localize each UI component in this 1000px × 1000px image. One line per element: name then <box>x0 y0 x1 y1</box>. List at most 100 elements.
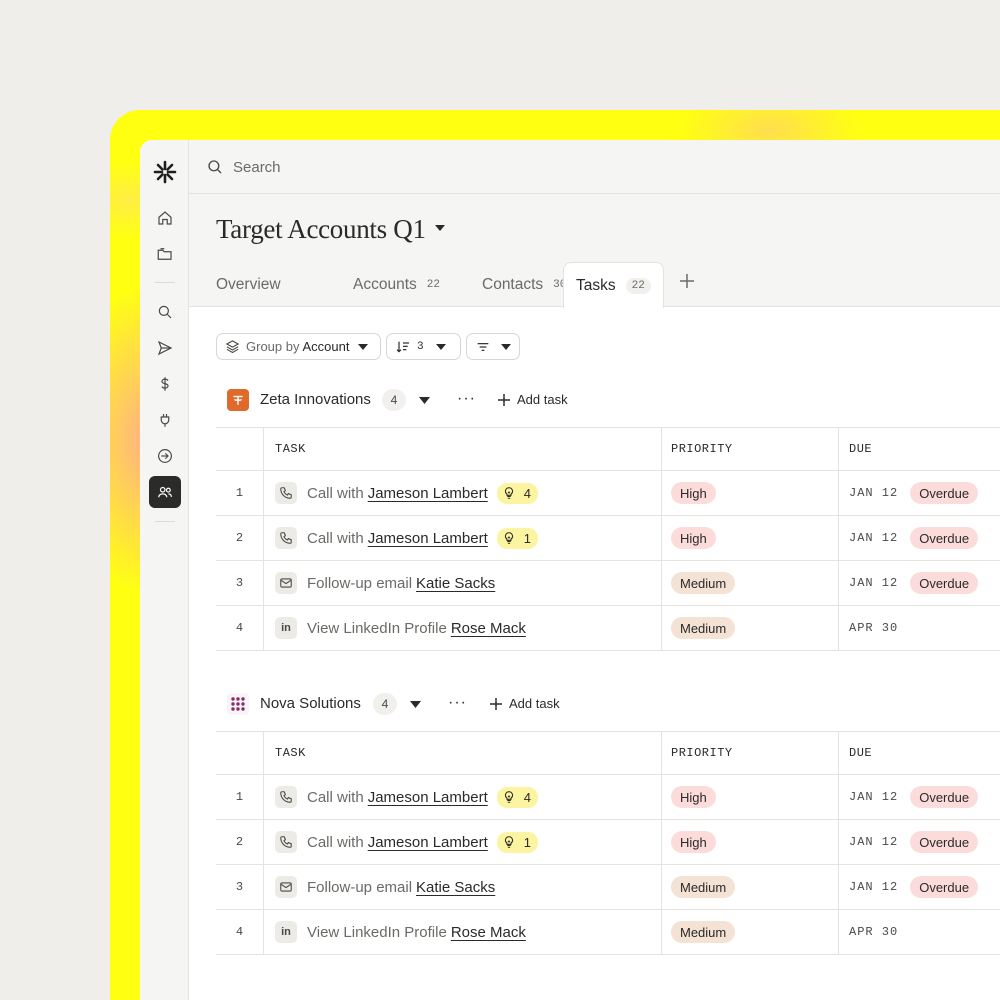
users-icon[interactable] <box>149 476 181 508</box>
insight-badge[interactable]: 4 <box>496 482 538 504</box>
task-cell[interactable]: Call with Jameson Lambert 1 <box>264 820 662 864</box>
nova-logo-icon <box>231 697 245 711</box>
row-number: 1 <box>216 471 264 515</box>
phone-icon <box>275 527 297 549</box>
chevron-down-icon[interactable] <box>410 701 421 708</box>
more-options-icon[interactable]: ··· <box>457 390 476 408</box>
mail-icon <box>275 876 297 898</box>
due-column-header[interactable]: DUE <box>839 428 1000 470</box>
tab-overview[interactable]: Overview <box>204 262 293 307</box>
priority-badge: Medium <box>671 876 736 898</box>
more-options-icon[interactable]: ··· <box>448 694 467 712</box>
task-column-header[interactable]: TASK <box>264 732 662 774</box>
priority-cell[interactable]: Medium <box>662 606 839 650</box>
priority-cell[interactable]: High <box>662 516 839 560</box>
priority-cell[interactable]: Medium <box>662 910 839 954</box>
tab-tasks[interactable]: Tasks 22 <box>563 262 664 308</box>
priority-cell[interactable]: Medium <box>662 865 839 909</box>
insight-count: 4 <box>523 789 531 805</box>
due-cell[interactable]: APR 30 <box>839 910 1000 954</box>
priority-cell[interactable]: High <box>662 775 839 819</box>
insight-badge[interactable]: 1 <box>496 831 538 853</box>
due-date: APR 30 <box>849 621 899 635</box>
priority-column-header[interactable]: PRIORITY <box>662 732 839 774</box>
contact-link[interactable]: Katie Sacks <box>416 575 495 592</box>
group-by-dropdown[interactable]: Group by Account <box>216 333 381 360</box>
insight-count: 1 <box>523 834 531 850</box>
contact-link[interactable]: Rose Mack <box>451 924 526 941</box>
task-action: View LinkedIn Profile <box>307 923 447 941</box>
table-row[interactable]: 1 Call with Jameson Lambert 4 High JAN 12 Over… <box>216 775 1000 820</box>
chevron-down-icon[interactable] <box>435 225 445 231</box>
due-date: JAN 12 <box>849 835 899 849</box>
table-row[interactable]: 3 Follow-up email Katie Sacks Medium JAN 12 O… <box>216 865 1000 910</box>
sidebar-divider <box>155 521 175 522</box>
task-action: Call with <box>307 529 364 547</box>
folder-icon[interactable] <box>149 238 181 270</box>
due-cell[interactable]: JAN 12 Overdue <box>839 561 1000 605</box>
priority-badge: Medium <box>671 921 736 943</box>
contact-link[interactable]: Jameson Lambert <box>368 789 488 806</box>
due-cell[interactable]: APR 30 <box>839 606 1000 650</box>
insight-count: 4 <box>523 485 531 501</box>
table-row[interactable]: 1 Call with Jameson Lambert 4 High JAN 12 Over… <box>216 471 1000 516</box>
table-row[interactable]: 4 in View LinkedIn Profile Rose Mack Medium A… <box>216 606 1000 651</box>
priority-column-header[interactable]: PRIORITY <box>662 428 839 470</box>
phone-icon <box>275 786 297 808</box>
table-row[interactable]: 2 Call with Jameson Lambert 1 High JAN 12 Over… <box>216 516 1000 561</box>
column-header-label: TASK <box>275 442 306 456</box>
top-bar <box>189 140 1000 194</box>
priority-cell[interactable]: High <box>662 820 839 864</box>
plug-icon[interactable] <box>149 404 181 436</box>
linkedin-icon: in <box>275 617 297 639</box>
insight-badge[interactable]: 4 <box>496 786 538 808</box>
due-cell[interactable]: JAN 12 Overdue <box>839 820 1000 864</box>
lightbulb-icon <box>502 486 516 500</box>
task-cell[interactable]: in View LinkedIn Profile Rose Mack <box>264 606 662 650</box>
sort-dropdown[interactable]: 3 <box>386 333 461 360</box>
task-cell[interactable]: Follow-up email Katie Sacks <box>264 561 662 605</box>
add-task-label: Add task <box>517 392 568 407</box>
task-action: Call with <box>307 788 364 806</box>
table-row[interactable]: 4 in View LinkedIn Profile Rose Mack Medium A… <box>216 910 1000 955</box>
contact-link[interactable]: Jameson Lambert <box>368 530 488 547</box>
task-cell[interactable]: Call with Jameson Lambert 4 <box>264 775 662 819</box>
send-icon[interactable] <box>149 332 181 364</box>
chevron-down-icon <box>358 343 369 350</box>
priority-cell[interactable]: Medium <box>662 561 839 605</box>
logo-icon[interactable] <box>149 156 181 188</box>
due-cell[interactable]: JAN 12 Overdue <box>839 471 1000 515</box>
priority-cell[interactable]: High <box>662 471 839 515</box>
tasks-table: TASK PRIORITY DUE 1 Call with Jameson Lambert… <box>216 731 1000 955</box>
search-icon[interactable] <box>149 296 181 328</box>
due-cell[interactable]: JAN 12 Overdue <box>839 775 1000 819</box>
contact-link[interactable]: Katie Sacks <box>416 879 495 896</box>
due-cell[interactable]: JAN 12 Overdue <box>839 865 1000 909</box>
contact-link[interactable]: Jameson Lambert <box>368 485 488 502</box>
contact-link[interactable]: Jameson Lambert <box>368 834 488 851</box>
add-task-button[interactable]: Add task <box>497 392 568 407</box>
dollar-icon[interactable] <box>149 368 181 400</box>
contact-link[interactable]: Rose Mack <box>451 620 526 637</box>
add-tab-icon[interactable] <box>677 271 697 291</box>
task-cell[interactable]: in View LinkedIn Profile Rose Mack <box>264 910 662 954</box>
sign-in-icon[interactable] <box>149 440 181 472</box>
task-cell[interactable]: Call with Jameson Lambert 4 <box>264 471 662 515</box>
group-by-value: Account <box>302 339 350 354</box>
home-icon[interactable] <box>149 202 181 234</box>
due-column-header[interactable]: DUE <box>839 732 1000 774</box>
chevron-down-icon[interactable] <box>419 397 430 404</box>
task-cell[interactable]: Follow-up email Katie Sacks <box>264 865 662 909</box>
search-input[interactable] <box>233 156 533 178</box>
priority-badge: High <box>671 482 716 504</box>
insight-badge[interactable]: 1 <box>496 527 538 549</box>
filter-dropdown[interactable] <box>466 333 520 360</box>
task-action: Call with <box>307 833 364 851</box>
add-task-button[interactable]: Add task <box>489 696 560 711</box>
task-column-header[interactable]: TASK <box>264 428 662 470</box>
table-row[interactable]: 2 Call with Jameson Lambert 1 High JAN 12 Over… <box>216 820 1000 865</box>
table-row[interactable]: 3 Follow-up email Katie Sacks Medium JAN 12 O… <box>216 561 1000 606</box>
task-cell[interactable]: Call with Jameson Lambert 1 <box>264 516 662 560</box>
tab-accounts[interactable]: Accounts 22 <box>341 262 452 307</box>
due-cell[interactable]: JAN 12 Overdue <box>839 516 1000 560</box>
